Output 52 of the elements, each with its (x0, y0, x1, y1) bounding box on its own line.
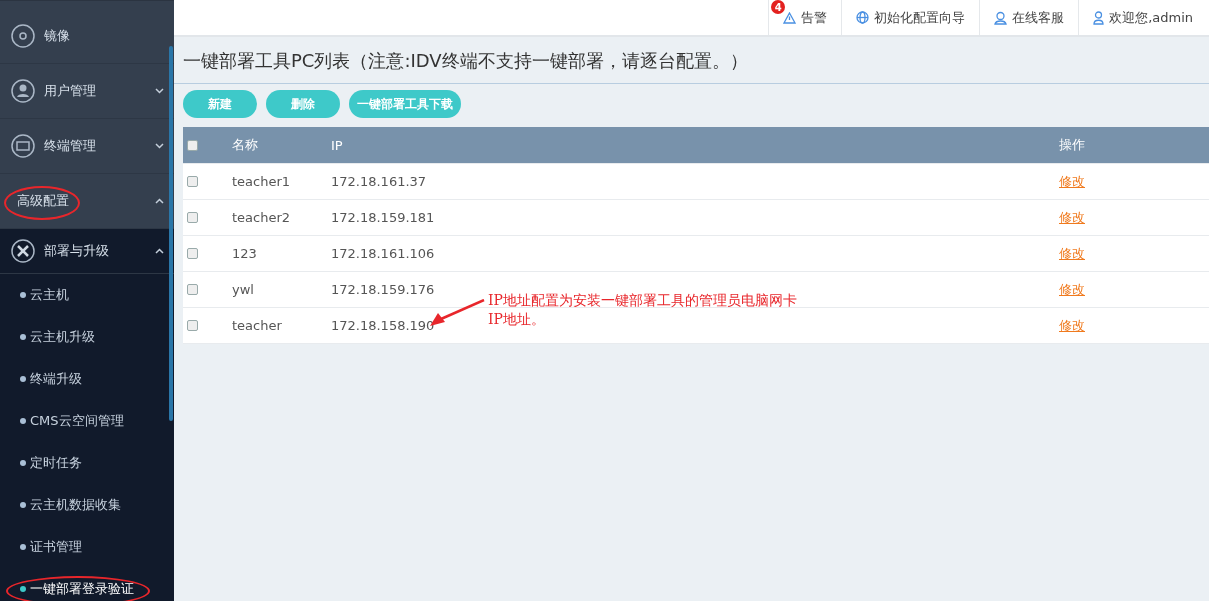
sidebar-menu-item[interactable]: 部署与升级 (0, 229, 174, 274)
column-header: 名称 (232, 136, 258, 154)
checkbox[interactable] (187, 139, 198, 151)
page-title: 一键部署工具PC列表（注意:IDV终端不支持一键部署，请逐台配置。） (174, 37, 1209, 84)
chevron-icon (155, 88, 164, 94)
table-cell: 172.18.159.181 (331, 210, 435, 225)
table-cell: ywl (232, 282, 254, 297)
tools-icon (11, 239, 35, 263)
chevron-icon (155, 248, 164, 254)
scrollbar[interactable] (169, 46, 173, 421)
table-cell: 172.18.161.37 (331, 174, 427, 189)
table-cell: 123 (232, 246, 257, 261)
annotation-text: IP地址配置为安装一键部署工具的管理员电脑网卡 IP地址。 (488, 291, 797, 329)
top-nav-label: 初始化配置向导 (874, 8, 966, 27)
sidebar-item[interactable]: 一键部署登录验证 (0, 568, 174, 601)
checkbox[interactable] (187, 212, 198, 223)
monitor-icon (11, 134, 35, 158)
column-header: 操作 (1059, 136, 1085, 154)
table-cell: 172.18.158.190 (331, 318, 435, 333)
person-icon (994, 10, 1008, 25)
table-cell: teacher (232, 318, 282, 333)
user-icon (1093, 10, 1105, 25)
sidebar-item[interactable]: CMS云空间管理 (0, 400, 174, 442)
warning-icon (783, 11, 797, 24)
top-nav-item[interactable]: 初始化配置向导 (841, 0, 980, 35)
top-nav-item[interactable]: 4 告警 (768, 0, 842, 35)
checkbox[interactable] (187, 284, 198, 295)
table-cell: teacher2 (232, 210, 291, 225)
checkbox[interactable] (187, 248, 198, 259)
sidebar-item[interactable]: 云主机升级 (0, 316, 174, 358)
chevron-icon (155, 198, 164, 204)
top-nav-label: 欢迎您,admin (1109, 8, 1193, 27)
checkbox[interactable] (187, 176, 198, 187)
globe-icon (856, 11, 870, 24)
chevron-icon (155, 143, 164, 149)
sidebar-item[interactable]: 云主机 (0, 274, 174, 316)
sidebar-item[interactable]: 终端升级 (0, 358, 174, 400)
user-icon (11, 79, 35, 103)
column-header: IP (331, 137, 343, 153)
checkbox[interactable] (187, 320, 198, 331)
sidebar-item[interactable]: 云主机数据收集 (0, 484, 174, 526)
disc-icon (11, 24, 35, 48)
notification-badge: 4 (771, 0, 786, 14)
table-cell: 172.18.161.106 (331, 246, 435, 261)
table-cell: 172.18.159.176 (331, 282, 435, 297)
top-nav-label: 在线客服 (1012, 8, 1065, 27)
sidebar-item[interactable]: 证书管理 (0, 526, 174, 568)
top-nav-label: 告警 (801, 8, 828, 27)
table-cell: teacher1 (232, 174, 291, 189)
sidebar-item[interactable]: 定时任务 (0, 442, 174, 484)
top-nav-item[interactable]: 在线客服 (979, 0, 1079, 35)
top-nav-item[interactable]: 欢迎您,admin (1078, 0, 1207, 35)
